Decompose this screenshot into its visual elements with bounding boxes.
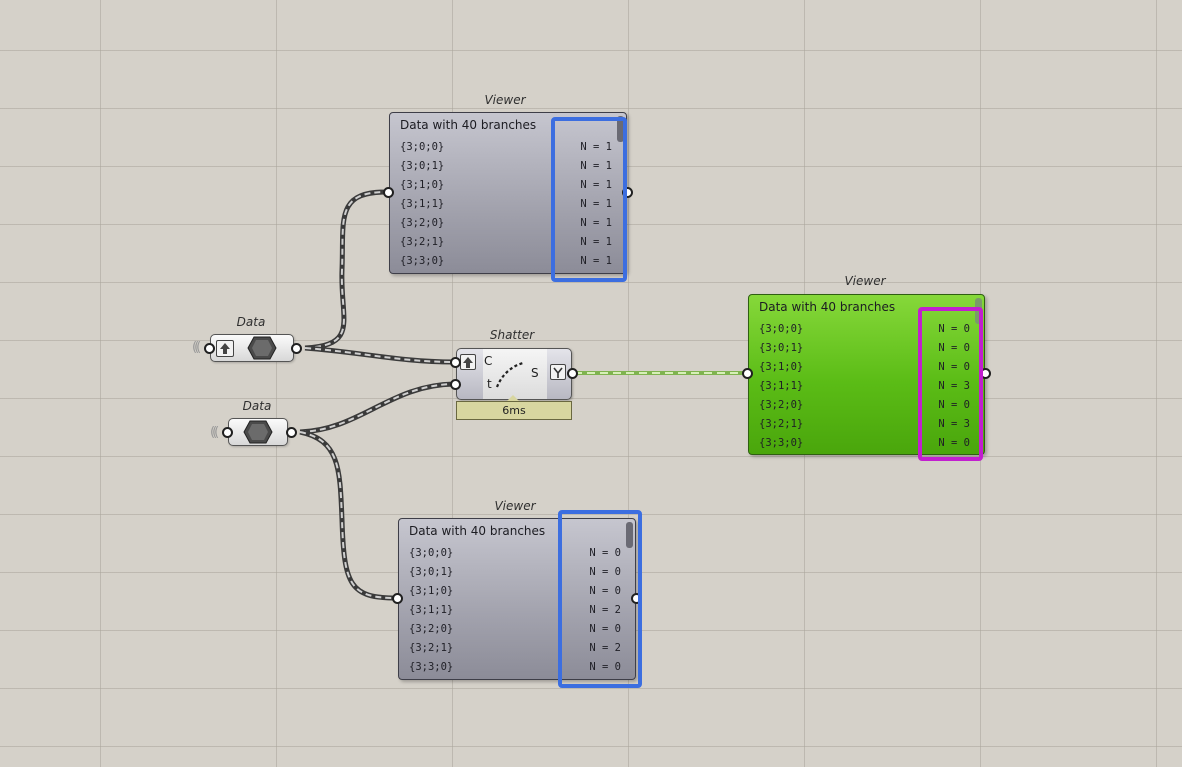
viewer-top-input-port[interactable] <box>383 187 394 198</box>
data-1-input-port[interactable] <box>204 343 215 354</box>
wire-data2-to-viewer-bottom[interactable] <box>299 429 397 601</box>
highlight-box <box>558 510 642 688</box>
grasshopper-hexagon-icon <box>243 420 273 444</box>
shatter-input-t-label: t <box>487 377 492 391</box>
shatter-input-c-label: C <box>484 354 493 368</box>
wireless-signal-icon: ((( <box>192 340 201 355</box>
shatter-input-t-port[interactable] <box>450 379 461 390</box>
shatter-output-s-label: S <box>531 366 539 380</box>
data-1-param[interactable] <box>210 334 294 362</box>
data-2-param[interactable] <box>228 418 288 446</box>
data-2-input-port[interactable] <box>222 427 233 438</box>
viewer-top-caption: Viewer <box>484 93 526 107</box>
wire-data1-to-viewer-top[interactable] <box>304 189 387 351</box>
viewer-bottom-title: Data with 40 branches <box>409 524 546 538</box>
shatter-caption: Shatter <box>489 328 535 342</box>
grasshopper-hexagon-icon <box>247 336 277 360</box>
viewer-right-caption: Viewer <box>844 274 886 288</box>
graft-tree-icon[interactable] <box>550 364 566 380</box>
data-2-output-port[interactable] <box>286 427 297 438</box>
data-1-output-port[interactable] <box>291 343 302 354</box>
viewer-bottom-input-port[interactable] <box>392 593 403 604</box>
wireless-signal-icon: ((( <box>210 425 219 440</box>
upload-arrow-icon <box>216 340 234 357</box>
data-2-caption: Data <box>242 399 272 413</box>
viewer-top-title: Data with 40 branches <box>400 118 537 132</box>
viewer-right-input-port[interactable] <box>742 368 753 379</box>
shatter-profiler-timer: 6ms <box>456 401 572 420</box>
data-1-caption: Data <box>236 315 266 329</box>
viewer-bottom-caption: Viewer <box>494 499 536 513</box>
shatter-input-c-port[interactable] <box>450 357 461 368</box>
shatter-output-s-port[interactable] <box>567 368 578 379</box>
wire-data1-to-shatter-c[interactable] <box>304 345 455 365</box>
viewer-right-title: Data with 40 branches <box>759 300 896 314</box>
wire-data2-to-shatter-t[interactable] <box>299 381 455 435</box>
shatter-component[interactable]: C t S <box>456 348 572 400</box>
highlight-box <box>918 307 983 461</box>
highlight-box <box>551 117 627 282</box>
graft-arrow-icon[interactable] <box>460 354 476 370</box>
